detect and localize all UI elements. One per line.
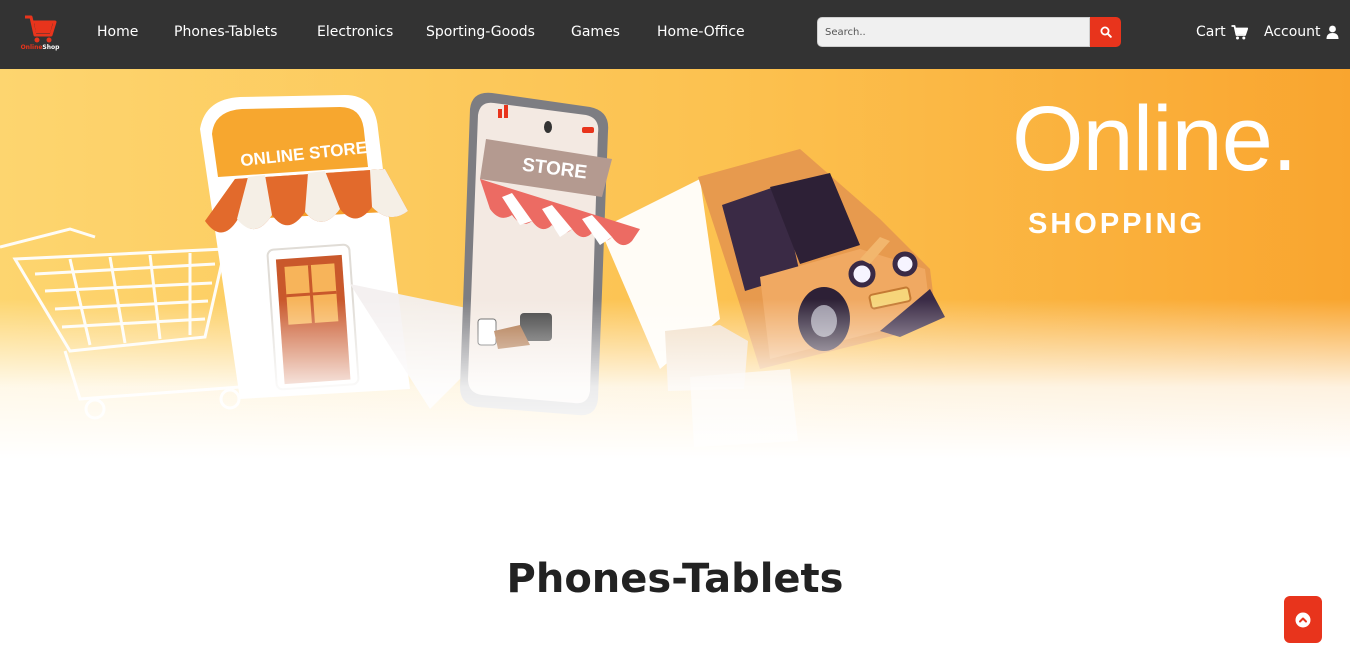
logo-text-online: Online (20, 44, 43, 51)
nav-link-phones-tablets[interactable]: Phones-Tablets (174, 23, 277, 41)
search-input[interactable] (817, 17, 1090, 47)
site-logo[interactable]: OnlineShop (20, 13, 60, 55)
cart-label: Cart (1196, 24, 1226, 40)
account-link[interactable]: Account (1264, 22, 1339, 42)
section-title: Phones-Tablets (506, 556, 844, 602)
logo-text: OnlineShop (20, 44, 60, 51)
search-icon (1100, 26, 1112, 38)
user-icon (1326, 25, 1339, 39)
search-button[interactable] (1090, 17, 1121, 47)
cart-logo-icon (25, 15, 57, 43)
logo-text-shop: Shop (42, 44, 60, 51)
nav-link-sporting-goods[interactable]: Sporting-Goods (426, 23, 535, 41)
hero-title: Online. (1012, 88, 1297, 190)
chevron-up-icon (1295, 612, 1311, 627)
cart-icon (1231, 24, 1248, 39)
nav-link-home-office[interactable]: Home-Office (657, 23, 745, 41)
hero-subtitle: SHOPPING (1028, 208, 1206, 240)
nav-link-games[interactable]: Games (571, 23, 620, 41)
top-navbar: OnlineShop Home Phones-Tablets Electroni… (0, 0, 1350, 69)
account-label: Account (1264, 24, 1321, 40)
nav-link-electronics[interactable]: Electronics (317, 23, 393, 41)
back-to-top-button[interactable] (1284, 596, 1322, 643)
nav-link-home[interactable]: Home (97, 23, 138, 41)
hero-banner: ONLINE STORE STORE Online. SHOPPING (0, 69, 1350, 459)
cart-link[interactable]: Cart (1196, 22, 1248, 42)
